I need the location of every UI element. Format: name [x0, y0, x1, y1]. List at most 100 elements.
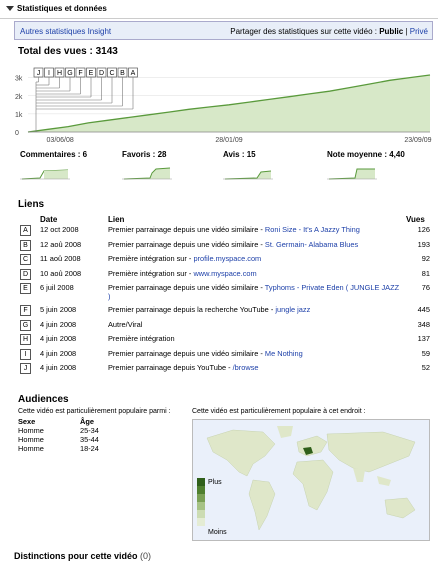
marker-letter: B	[20, 239, 31, 251]
link-text: Première intégration	[108, 334, 175, 343]
legend-swatch-5	[197, 510, 205, 518]
public-option[interactable]: Public	[379, 27, 403, 36]
link-cell: Première intégration sur - profile.myspa…	[106, 254, 404, 269]
link-cell: Premier parrainage depuis une vidéo simi…	[106, 240, 404, 255]
marker-letter: I	[20, 348, 31, 360]
link-date: 5 juin 2008	[40, 305, 77, 314]
link-date: 4 juin 2008	[40, 363, 77, 372]
marker-letter: C	[20, 254, 31, 265]
link-anchor[interactable]: Me Nothing	[265, 349, 303, 358]
link-views: 92	[421, 254, 430, 263]
event-marker-letter: C	[109, 70, 114, 77]
link-cell: Premier parrainage depuis YouTube - /bro…	[106, 363, 404, 378]
table-row: Homme 35-44	[18, 435, 103, 444]
event-marker-letter: H	[57, 70, 62, 77]
link-anchor[interactable]: jungle jazz	[275, 305, 310, 314]
views-chart-svg: 3k 2k 1k 0 03/06/08 28/01/09 23/09/09 J I H G F E D C B…	[15, 67, 432, 144]
demographics-table: Sexe Âge Homme 25-34 Homme 35-44 Homme 18-24	[18, 417, 103, 453]
stats-toolbar: Autres statistiques Insight Partager des…	[14, 21, 433, 40]
link-cell: Premier parrainage depuis une vidéo simi…	[106, 349, 404, 364]
link-views: 59	[421, 348, 430, 358]
world-map: Plus Moins	[192, 419, 430, 541]
link-text: Premier parrainage depuis YouTube -	[108, 363, 233, 372]
legend-swatch-3	[197, 494, 205, 502]
marker-letter: F	[20, 305, 31, 316]
link-date: 12 aoû 2008	[40, 239, 82, 249]
views-chart: 3k 2k 1k 0 03/06/08 28/01/09 23/09/09 J I H G F E D C B…	[14, 60, 434, 150]
link-date: 4 juin 2008	[40, 319, 77, 329]
legend-swatch-1	[197, 478, 205, 486]
links-title: Liens	[18, 199, 45, 210]
insight-link[interactable]: Autres statistiques Insight	[20, 27, 111, 36]
sex-header: Sexe	[18, 417, 36, 426]
table-row: Homme 25-34	[18, 426, 103, 435]
views-header: Vues	[406, 215, 425, 224]
collapse-triangle-icon[interactable]	[6, 6, 14, 11]
event-marker-letter: E	[89, 70, 94, 77]
stat-average-rating: Note moyenne : 4,40	[327, 150, 405, 183]
table-row: A 12 oct 2008 Premier parrainage depuis un…	[18, 225, 432, 240]
link-date: 6 juil 2008	[40, 283, 74, 292]
link-text: Premier parrainage depuis une vidéo simi…	[108, 283, 265, 292]
link-views: 445	[417, 305, 430, 314]
link-views: 81	[421, 268, 430, 278]
x-tick-label: 23/09/09	[404, 137, 431, 144]
table-row: F 5 juin 2008 Premier parrainage depuis la…	[18, 305, 432, 320]
link-header: Lien	[108, 215, 125, 224]
stat-average-rating-label: Note moyenne : 4,40	[327, 150, 405, 159]
age-cell: 25-34	[80, 426, 99, 435]
world-map-svg: Plus Moins	[193, 420, 429, 540]
event-marker-letter: I	[48, 70, 50, 77]
link-text: Premier parrainage depuis une vidéo simi…	[108, 239, 265, 249]
y-tick-label: 2k	[15, 94, 23, 101]
y-tick-label: 1k	[15, 112, 23, 119]
link-anchor[interactable]: profile.myspace.com	[193, 254, 261, 263]
legend-less: Moins	[208, 529, 227, 536]
link-cell: Premier parrainage depuis la recherche Y…	[106, 305, 404, 320]
link-date: 12 oct 2008	[40, 225, 79, 234]
private-option[interactable]: Privé	[410, 27, 428, 36]
link-views: 348	[417, 319, 430, 329]
marker-letter: E	[20, 283, 31, 294]
marker-letter: H	[20, 334, 31, 345]
link-views: 126	[417, 225, 430, 234]
marker-letter: A	[20, 225, 31, 236]
stat-comments: Commentaires : 6	[20, 150, 87, 183]
y-tick-label: 3k	[15, 76, 23, 83]
link-anchor[interactable]: /browse	[233, 363, 259, 372]
marker-letter: D	[20, 268, 31, 280]
link-views: 52	[421, 363, 430, 372]
links-table: Date Lien Vues A 12 oct 2008 Premier parra…	[18, 214, 432, 378]
legend-more: Plus	[208, 479, 222, 486]
table-row: G 4 juin 2008 Autre/Viral 348	[18, 319, 432, 335]
stat-favorites: Favoris : 28	[122, 150, 172, 183]
distinctions-title: Distinctions pour cette vidéo	[14, 551, 138, 561]
age-cell: 18-24	[80, 444, 99, 453]
audience-demographics: Cette vidéo est particulièrement populai…	[18, 408, 171, 453]
link-anchor[interactable]: St. Germain- Alabama Blues	[265, 240, 358, 249]
link-anchor[interactable]: Roni Size - It's A Jazzy Thing	[265, 225, 360, 234]
link-cell: Premier parrainage depuis une vidéo simi…	[106, 283, 404, 305]
stat-ratings: Avis : 15	[223, 150, 273, 183]
event-marker-letter: A	[131, 70, 136, 77]
section-header[interactable]: Statistiques et données	[0, 0, 438, 19]
table-row: D 10 aoû 2008 Première intégration sur - w…	[18, 268, 432, 284]
popular-at-text: Cette vidéo est particulièrement populai…	[192, 408, 366, 415]
table-row: I 4 juin 2008 Premier parrainage depuis un…	[18, 348, 432, 364]
link-date: 10 aoû 2008	[40, 268, 82, 278]
stat-ratings-label: Avis : 15	[223, 150, 256, 159]
share-text: Partager des statistiques sur cette vidé…	[230, 27, 380, 36]
link-text: Premier parrainage depuis la recherche Y…	[108, 305, 276, 314]
link-text: Première intégration sur -	[108, 254, 194, 263]
link-text: Premier parrainage depuis une vidéo simi…	[108, 225, 265, 234]
views-title: Total des vues : 3143	[18, 46, 118, 57]
link-text: Autre/Viral	[108, 319, 143, 329]
link-anchor[interactable]: www.myspace.com	[193, 269, 256, 278]
event-marker-letter: F	[78, 70, 82, 77]
legend-swatch-6	[197, 518, 205, 526]
marker-letter: J	[20, 363, 31, 374]
table-row: E 6 juil 2008 Premier parrainage depuis un…	[18, 283, 432, 305]
x-tick-label: 03/06/08	[47, 137, 74, 144]
legend-swatch-2	[197, 486, 205, 494]
stat-comments-label: Commentaires : 6	[20, 150, 88, 159]
